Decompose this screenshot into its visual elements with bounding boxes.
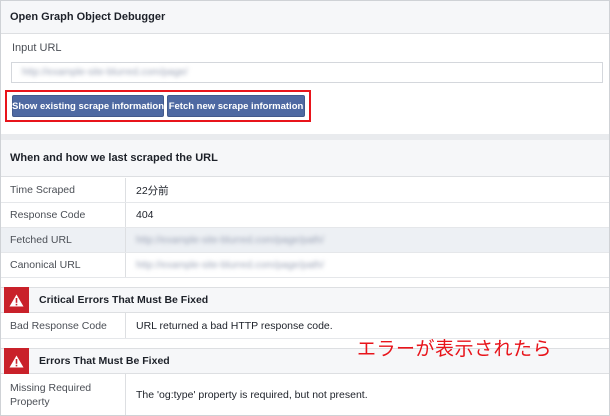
debugger-panel: Open Graph Object Debugger Input URL htt… (0, 0, 610, 416)
row-value: 22分前 (136, 184, 169, 197)
url-input-value: http://example-site-blurred.com/page/ (22, 67, 188, 78)
column-divider (125, 178, 126, 202)
annotation-text: エラーが表示されたら (357, 338, 553, 360)
table-row: Fetched URL http://example-site-blurred.… (1, 228, 609, 253)
row-value: The 'og:type' property is required, but … (136, 388, 368, 401)
critical-errors-header: Critical Errors That Must Be Fixed (1, 287, 609, 313)
warning-triangle-icon (4, 287, 29, 313)
fetched-url-link[interactable]: http://example-site-blurred.com/page/pat… (136, 235, 324, 246)
show-existing-button[interactable]: Show existing scrape information (12, 95, 164, 117)
column-divider (125, 228, 126, 252)
row-key: Missing Required Property (10, 381, 92, 408)
column-divider (125, 253, 126, 277)
column-divider (125, 313, 126, 338)
row-key: Response Code (10, 209, 86, 221)
row-value[interactable]: http://example-site-blurred.com/page/pat… (136, 228, 324, 252)
row-key: Time Scraped (10, 184, 75, 196)
row-value: URL returned a bad HTTP response code. (136, 319, 333, 332)
scrape-info-header: When and how we last scraped the URL (1, 134, 609, 177)
row-key: Bad Response Code (10, 319, 107, 332)
critical-errors-title: Critical Errors That Must Be Fixed (39, 294, 209, 306)
column-divider (125, 203, 126, 227)
row-key: Fetched URL (10, 234, 72, 246)
table-row: Missing Required Property The 'og:type' … (1, 374, 609, 415)
table-row: Canonical URL http://example-site-blurre… (1, 253, 609, 278)
table-row: Response Code 404 (1, 203, 609, 228)
warning-triangle-icon (4, 348, 29, 374)
row-key: Canonical URL (10, 259, 81, 271)
panel-title: Open Graph Object Debugger (1, 1, 609, 34)
url-input[interactable]: http://example-site-blurred.com/page/ (11, 62, 603, 83)
canonical-url-link[interactable]: http://example-site-blurred.com/page/pat… (136, 260, 324, 271)
table-row: Time Scraped 22分前 (1, 178, 609, 203)
fetch-new-button[interactable]: Fetch new scrape information (167, 95, 305, 117)
row-value: 404 (136, 209, 154, 221)
panel-title-text: Open Graph Object Debugger (10, 11, 166, 23)
errors-title: Errors That Must Be Fixed (39, 355, 170, 367)
scrape-info-title: When and how we last scraped the URL (10, 152, 218, 164)
input-url-label: Input URL (12, 42, 62, 54)
column-divider (125, 374, 126, 415)
row-value[interactable]: http://example-site-blurred.com/page/pat… (136, 253, 324, 277)
